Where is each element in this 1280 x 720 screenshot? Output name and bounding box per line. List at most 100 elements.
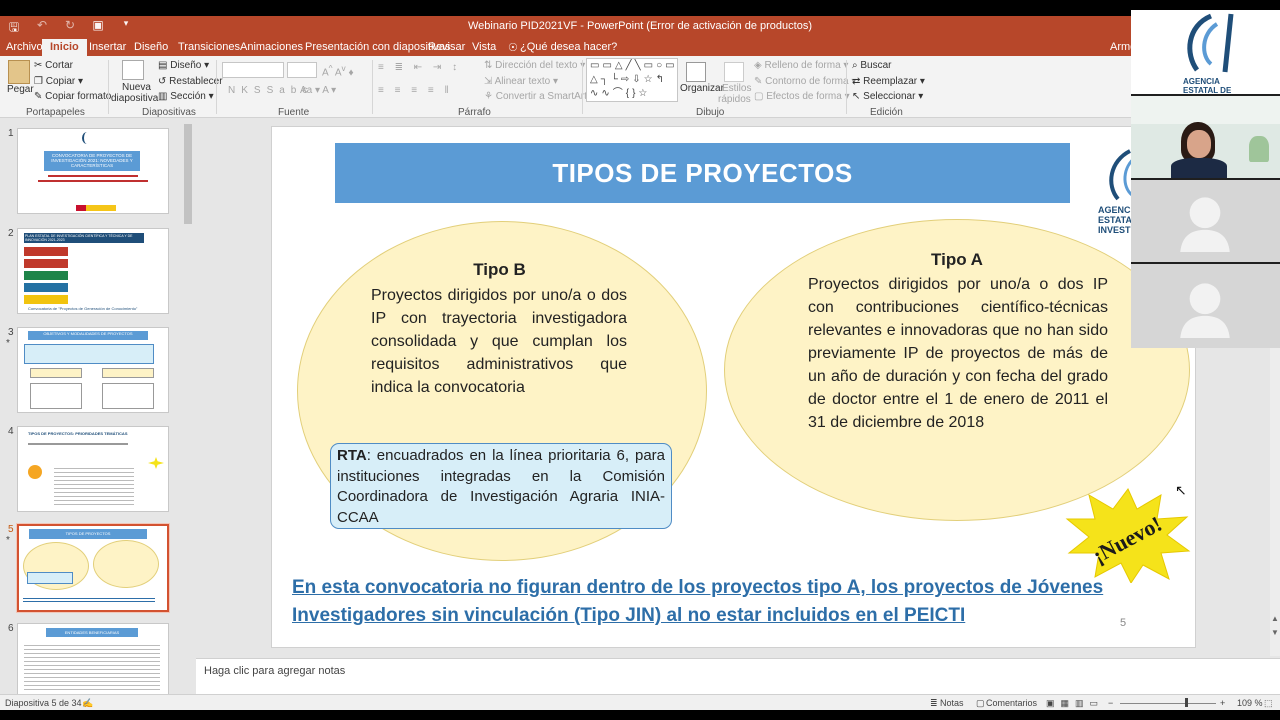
chevron-down-icon[interactable]: ▼ [1271,628,1279,637]
copy-format-button[interactable]: ✎ Copiar formato [34,91,111,102]
zoom-slider[interactable] [1120,703,1216,704]
quick-styles-button[interactable]: Estilos [722,83,751,94]
speaker-face [1187,130,1211,158]
thumbnail-scrollbar[interactable] [184,124,192,224]
zoom-level[interactable]: 109 % [1237,698,1263,708]
tab-insertar[interactable]: Insertar [89,41,126,53]
thumb-box [102,368,154,378]
new-slide-icon[interactable] [122,60,144,80]
paste-icon[interactable] [8,60,30,84]
replace-button[interactable]: ⇄ Reemplazar ▾ [852,76,925,87]
comments-toggle[interactable]: Comentarios [986,698,1037,708]
spellcheck-icon[interactable]: ✍ [82,698,93,709]
slide-thumbnail-1[interactable]: CONVOCATORIA DE PROYECTOS DE INVESTIGACI… [17,128,169,214]
group-label-slides: Diapositivas [142,107,196,118]
slide-thumbnail-5[interactable]: TIPOS DE PROYECTOS [16,523,170,613]
arrange-button[interactable]: Organizar [680,83,724,94]
slide-thumbnail-3[interactable]: OBJETIVOS Y MODALIDADES DE PROYECTOS [17,327,169,413]
align-text-label: Alinear texto [494,76,551,87]
copy-button[interactable]: ❐ Copiar ▾ [34,76,83,87]
text-direction-label: Dirección del texto [495,60,578,71]
new-slide-button[interactable]: Nueva [122,82,151,93]
reset-button[interactable]: ↺ Restablecer [158,76,223,87]
tab-diseno[interactable]: Diseño [134,41,168,53]
thumb-box [30,383,82,409]
slide-thumbnail-4[interactable]: TIPOS DE PROYECTOS: PRIORIDADES TEMÁTICA… [17,426,169,512]
align-text-button[interactable]: ⇲ Alinear texto ▾ [484,76,558,87]
tipo-a-text[interactable]: Proyectos dirigidos por uno/a o dos IP c… [808,273,1108,434]
group-label-clipboard: Portapapeles [26,107,85,118]
underline-button[interactable]: S [254,85,267,96]
font-name-input[interactable] [222,62,284,78]
new-slide-button-line2[interactable]: diapositiva [111,93,158,104]
quick-styles-icon[interactable] [724,62,744,82]
fit-slide-icon[interactable]: ⬚ [1264,698,1273,709]
participant-tile-3[interactable] [1131,264,1280,348]
text-direction-button[interactable]: ⇅ Dirección del texto ▾ [484,60,585,71]
tab-vista[interactable]: Vista [472,41,496,53]
replace-icon: ⇄ [852,76,861,87]
footer-note[interactable]: En esta convocatoria no figuran dentro d… [292,574,1132,630]
slide-canvas[interactable]: TIPOS DE PROYECTOS AGENCIA ESTATAL D INV… [271,126,1196,648]
quick-styles-button-line2[interactable]: rápidos [718,94,751,105]
participant-tile-aei[interactable]: AGENCIA ESTATAL DE [1131,10,1280,94]
thumb-number: 1 [8,128,14,139]
select-label: Seleccionar [863,91,916,102]
find-button[interactable]: ⌕ Buscar [852,60,892,71]
thumb-text-line [28,443,128,445]
chevron-down-icon: ▾ [553,76,559,87]
view-buttons[interactable]: ▣▦▥▭ [1046,698,1104,709]
zoom-out-icon[interactable]: − [1108,698,1113,708]
notes-toggle[interactable]: Notas [940,698,964,708]
align-icons[interactable]: ≡ ≡ ≡ ≡ ‖ [378,85,453,96]
group-label-paragraph: Párrafo [458,107,491,118]
italic-button[interactable]: K [241,85,254,96]
select-button[interactable]: ↖ Seleccionar ▾ [852,91,923,102]
grow-font-icon[interactable]: A^ Av ♦ [322,63,354,78]
page-number: 5 [1120,617,1127,629]
tab-transiciones[interactable]: Transiciones [178,41,240,53]
slide-title[interactable]: TIPOS DE PROYECTOS [335,143,1070,203]
tab-archivo[interactable]: Archivo [6,41,43,53]
rta-box[interactable]: RTA: encuadrados en la línea prioritaria… [330,443,672,529]
zoom-in-icon[interactable]: + [1220,698,1225,708]
tab-revisar[interactable]: Revisar [428,41,465,53]
font-size-input[interactable] [287,62,317,78]
section-button[interactable]: ▥ Sección ▾ [158,91,214,102]
smartart-button[interactable]: ⚘ Convertir a SmartArt ▾ [484,91,595,102]
cut-button[interactable]: ✂ Cortar [34,60,73,71]
font-color-icon[interactable]: Aa ▾ A ▾ [300,85,336,96]
list-icons[interactable]: ≡ ≣ ⇤ ⇥ ↕ [378,62,461,73]
tipo-a-title[interactable]: Tipo A [927,250,987,270]
notes-placeholder[interactable]: Haga clic para agregar notas [204,665,345,677]
slide-thumbnail-6[interactable]: ENTIDADES BENEFICIARIAS [17,623,169,695]
replace-label: Reemplazar [863,76,918,87]
tell-me-search[interactable]: ¿Qué desea hacer? [520,41,617,53]
participant-tile-2[interactable] [1131,180,1280,262]
thumb-box [24,247,68,256]
nuevo-starburst-icon[interactable]: ¡Nuevo! [1065,487,1191,583]
shape-outline-button[interactable]: ✎ Contorno de forma ▾ [754,76,856,87]
tipo-b-text[interactable]: Proyectos dirigidos por uno/a o dos IP c… [371,284,627,399]
slide-thumbnail-2[interactable]: PLAN ESTATAL DE INVESTIGACIÓN CIENTÍFICA… [17,228,169,314]
thumb-box [30,368,82,378]
chevron-down-icon: ▾ [208,91,214,102]
arrange-icon[interactable] [686,62,706,82]
shape-effects-button[interactable]: ▢ Efectos de forma ▾ [754,91,850,102]
zoom-slider-thumb[interactable] [1185,698,1188,707]
title-bar: 🖫 ↶ ↻ ▣ ▾ Webinario PID2021VF - PowerPoi… [0,16,1280,38]
paste-button[interactable]: Pegar [7,84,34,95]
participant-tile-speaker[interactable] [1131,96,1280,178]
cut-label: Cortar [45,60,73,71]
chevron-up-icon[interactable]: ▲ [1271,614,1279,623]
strike-button[interactable]: S [267,85,280,96]
video-logo-line1: AGENCIA [1183,77,1220,86]
tab-animaciones[interactable]: Animaciones [240,41,303,53]
tipo-b-title[interactable]: Tipo B [472,260,527,280]
bold-button[interactable]: N [228,85,241,96]
shape-fill-button[interactable]: ◈ Relleno de forma ▾ [754,60,848,71]
layout-button[interactable]: ▤ Diseño ▾ [158,60,209,71]
shapes-gallery[interactable]: ▭▭△╱╲▭○▭ △┐└⇨⇩☆↰ ∿∿⌒{}☆ [586,58,678,102]
tab-inicio[interactable]: Inicio [42,39,87,56]
notes-pane[interactable]: Haga clic para agregar notas [196,658,1280,694]
